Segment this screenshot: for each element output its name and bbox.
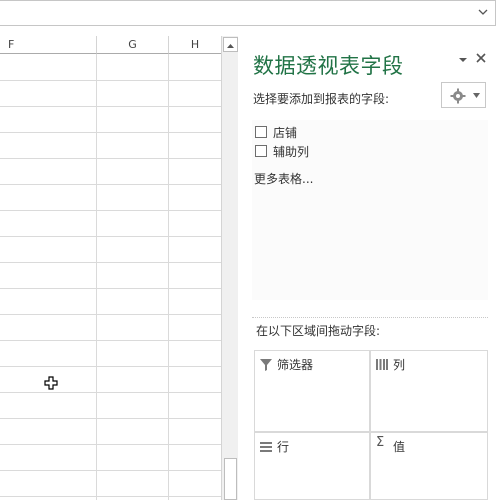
values-area[interactable]: Σ 值	[370, 432, 488, 500]
gridline	[0, 496, 221, 497]
gridline	[0, 444, 221, 445]
columns-icon	[376, 359, 388, 370]
gridline	[0, 340, 221, 341]
column-header-f[interactable]: F	[0, 36, 97, 54]
scroll-up-button[interactable]	[223, 37, 238, 52]
rows-area-label: 行	[277, 440, 290, 454]
spacer	[0, 26, 500, 36]
filters-area-label: 筛选器	[277, 358, 314, 372]
rows-icon	[260, 442, 272, 452]
gridline	[0, 392, 221, 393]
field-list: 店铺 辅助列 更多表格...	[252, 120, 488, 300]
field-checkbox[interactable]	[255, 145, 267, 157]
rows-area[interactable]: 行	[254, 432, 370, 500]
gridline	[0, 366, 221, 367]
chevron-down-icon[interactable]	[458, 56, 468, 64]
sigma-icon: Σ	[376, 435, 385, 450]
gridline	[0, 184, 221, 185]
chevron-down-icon	[473, 93, 480, 98]
formula-bar[interactable]	[0, 0, 496, 26]
arrow-up-icon	[227, 44, 234, 48]
drag-fields-label: 在以下区域间拖动字段:	[256, 324, 381, 338]
pivottable-fields-pane: 数据透视表字段 选择要添加到报表的字段: 店铺 辅助列 更多表格... 在以下区…	[240, 36, 500, 500]
gear-icon	[450, 88, 466, 104]
field-item[interactable]: 店铺	[255, 124, 297, 140]
gridline	[0, 106, 221, 107]
field-label: 店铺	[273, 125, 298, 140]
worksheet-grid[interactable]: F G H	[0, 36, 221, 500]
gridline	[0, 418, 221, 419]
column-header-g[interactable]: G	[97, 36, 169, 54]
field-checkbox[interactable]	[255, 126, 267, 138]
chevron-down-icon[interactable]	[477, 6, 489, 18]
vertical-scrollbar[interactable]	[221, 36, 238, 500]
filter-icon	[260, 359, 272, 371]
tools-button[interactable]	[441, 82, 486, 108]
values-area-label: 值	[393, 440, 406, 454]
column-header-h[interactable]: H	[169, 36, 221, 54]
gridline	[0, 470, 221, 471]
close-icon[interactable]	[474, 51, 488, 65]
scroll-thumb[interactable]	[224, 458, 237, 500]
choose-fields-label: 选择要添加到报表的字段:	[253, 92, 390, 106]
gridline	[0, 158, 221, 159]
gridline	[0, 210, 221, 211]
pane-title: 数据透视表字段	[253, 54, 404, 78]
gridline	[0, 132, 221, 133]
gridline	[168, 54, 169, 500]
excel-window: F G H 数据透视表字段 选择要添加到报表的字段: 店铺 辅助列 更多表格..…	[0, 0, 500, 500]
gridline	[0, 314, 221, 315]
gridline	[96, 54, 97, 500]
columns-area[interactable]: 列	[370, 350, 488, 432]
field-label: 辅助列	[273, 144, 310, 159]
gridline	[0, 80, 221, 81]
splitter[interactable]	[252, 317, 488, 318]
gridline	[0, 262, 221, 263]
gridline	[0, 288, 221, 289]
gridline	[0, 236, 221, 237]
columns-area-label: 列	[393, 358, 406, 372]
more-tables-link[interactable]: 更多表格...	[254, 170, 313, 187]
filters-area[interactable]: 筛选器	[254, 350, 370, 432]
field-item[interactable]: 辅助列	[255, 143, 309, 159]
cell-select-cursor-icon	[44, 376, 58, 390]
